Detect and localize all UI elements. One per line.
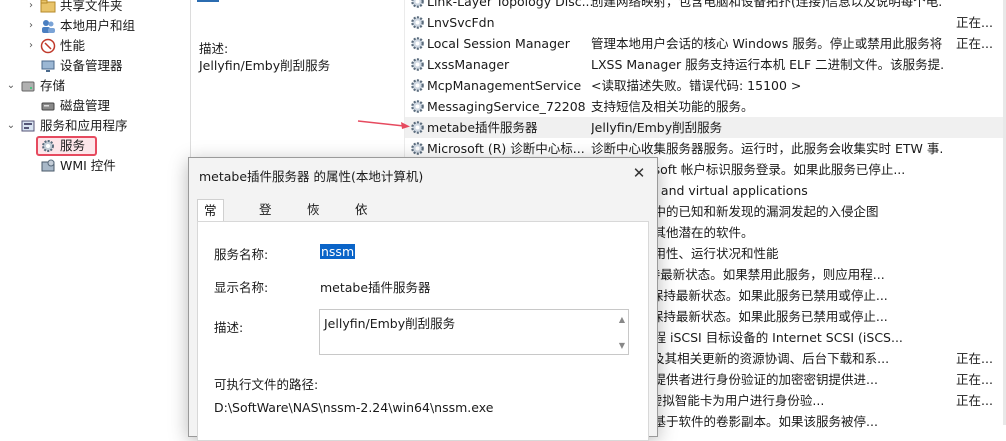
tree-item-label: 性能 xyxy=(60,38,86,53)
service-status: 正在... xyxy=(956,15,993,30)
scroll-indicator xyxy=(197,0,219,2)
service-name: McpManagementService xyxy=(427,78,582,93)
tree-item-label: 磁盘管理 xyxy=(60,98,111,113)
service-row[interactable]: LxssManager LXSS Manager 服务支持运行本机 ELF 二进制… xyxy=(405,54,1006,75)
service-gear-icon xyxy=(411,0,424,8)
tree-item-disk-management[interactable]: 磁盘管理 xyxy=(24,96,110,116)
description-field[interactable]: Jellyfin/Emby削刮服务 ▲ ▼ xyxy=(319,309,629,355)
service-description: 创建网络映射，包含电脑和设备拓扑(连接)信息以及说明每个电... xyxy=(591,0,943,9)
performance-icon xyxy=(40,38,56,54)
scroll-up-icon[interactable]: ▲ xyxy=(619,315,625,324)
tree-item-label: WMI 控件 xyxy=(60,158,116,173)
tree-item-services[interactable]: 服务 xyxy=(24,136,85,156)
display-name-value[interactable]: metabe插件服务器 xyxy=(320,277,431,296)
service-status: 正在... xyxy=(956,372,993,387)
device-manager-icon xyxy=(40,58,56,74)
chevron-right-icon[interactable]: › xyxy=(24,16,38,36)
service-name: metabe插件服务器 xyxy=(427,120,538,135)
tab-logon[interactable]: 登录 xyxy=(253,199,278,239)
service-description: 诊断中心收集服务器服务。运行时，此服务会收集实时 ETW 事... xyxy=(591,141,943,156)
executable-path-value[interactable]: D:\SoftWare\NAS\nssm-2.24\win64\nssm.exe xyxy=(214,400,493,415)
tree-item-device-manager[interactable]: 设备管理器 xyxy=(24,56,123,76)
service-row[interactable]: LnvSvcFdn 正在... xyxy=(405,12,1006,33)
description-field-text: Jellyfin/Emby削刮服务 xyxy=(324,316,456,331)
storage-icon xyxy=(20,78,36,94)
tree-item-performance[interactable]: › 性能 xyxy=(24,36,85,56)
tab-dependencies[interactable]: 依存关系 xyxy=(349,199,374,283)
tree-item-label: 服务和应用程序 xyxy=(40,118,128,133)
service-description: Jellyfin/Emby削刮服务 xyxy=(591,120,723,135)
disk-icon xyxy=(40,98,56,114)
close-icon[interactable]: ✕ xyxy=(625,160,653,186)
service-row[interactable]: metabe插件服务器 Jellyfin/Emby削刮服务 xyxy=(405,117,1006,138)
scroll-down-icon[interactable]: ▼ xyxy=(619,341,625,350)
tab-general[interactable]: 常规 xyxy=(197,199,224,240)
service-name: LnvSvcFdn xyxy=(427,15,495,30)
tree-item-label: 本地用户和组 xyxy=(60,18,136,33)
description-field-label: 描述: xyxy=(214,320,244,335)
service-row[interactable]: MessagingService_72208 支持短信及相关功能的服务。 xyxy=(405,96,1006,117)
services-gear-icon xyxy=(40,138,56,154)
display-name-label: 显示名称: xyxy=(214,280,269,295)
tree-item-local-users[interactable]: › 本地用户和组 xyxy=(24,16,135,36)
shared-folder-icon xyxy=(40,0,56,14)
service-name: LxssManager xyxy=(427,57,510,72)
service-status: 正在... xyxy=(956,351,993,366)
service-description: <读取描述失败。错误代码: 15100 > xyxy=(591,78,802,93)
service-name-value[interactable]: nssm xyxy=(320,244,356,259)
general-tab-panel: 服务名称: nssm 显示名称: metabe插件服务器 描述: Jellyfi… xyxy=(197,221,649,441)
tree-item-label: 共享文件夹 xyxy=(60,0,123,13)
executable-path-label: 可执行文件的路径: xyxy=(214,377,319,392)
service-properties-dialog: metabe插件服务器 的属性(本地计算机) ✕ 常规 登录 恢复 依存关系 服… xyxy=(188,157,658,441)
description-text: Jellyfin/Emby削刮服务 xyxy=(199,58,331,73)
service-name: Local Session Manager xyxy=(427,36,570,51)
dialog-title: metabe插件服务器 的属性(本地计算机) xyxy=(199,169,424,184)
service-name: MessagingService_72208 xyxy=(427,99,586,114)
chevron-down-icon[interactable]: ⌄ xyxy=(4,116,18,136)
tree-item-wmi[interactable]: WMI 控件 xyxy=(24,156,116,176)
chevron-right-icon[interactable]: › xyxy=(24,36,38,56)
services-apps-icon xyxy=(20,118,36,134)
service-description: 管理本地用户会话的核心 Windows 服务。停止或禁用此服务将... xyxy=(591,36,943,51)
tree-item-shared-folders[interactable]: › 共享文件夹 xyxy=(24,0,123,16)
service-row[interactable]: Microsoft (R) 诊断中心标... 诊断中心收集服务器服务。运行时，此服… xyxy=(405,138,1006,159)
service-name: Microsoft (R) 诊断中心标... xyxy=(427,141,585,156)
users-icon xyxy=(40,18,56,34)
service-status: 正在... xyxy=(956,393,993,408)
service-name: Link-Layer Topology Disc... xyxy=(427,0,594,9)
tree-item-label: 服务 xyxy=(60,138,86,153)
annotation-arrow xyxy=(357,120,410,129)
service-gear-icon xyxy=(411,37,424,50)
console-tree: › 共享文件夹 › 本地用户和组 › 性能 设备管理器 ⌄ 存储 磁盘管理 ⌄ … xyxy=(0,0,190,425)
tree-item-services-apps[interactable]: ⌄ 服务和应用程序 xyxy=(4,116,128,136)
service-status: 正在... xyxy=(956,36,993,51)
service-gear-icon xyxy=(411,100,424,113)
chevron-right-icon[interactable]: › xyxy=(24,0,38,16)
service-gear-icon xyxy=(411,79,424,92)
service-row[interactable]: Link-Layer Topology Disc... 创建网络映射，包含电脑和设… xyxy=(405,0,1006,12)
service-row[interactable]: Local Session Manager 管理本地用户会话的核心 Windows… xyxy=(405,33,1006,54)
tree-item-storage[interactable]: ⌄ 存储 xyxy=(4,76,65,96)
tree-item-label: 设备管理器 xyxy=(60,58,123,73)
tree-item-label: 存储 xyxy=(40,78,66,93)
service-name-label: 服务名称: xyxy=(214,247,269,262)
service-description: 支持短信及相关功能的服务。 xyxy=(591,99,754,114)
tab-recovery[interactable]: 恢复 xyxy=(301,199,326,239)
service-gear-icon xyxy=(411,16,424,29)
service-gear-icon xyxy=(411,58,424,71)
service-gear-icon xyxy=(411,142,424,155)
service-row[interactable]: McpManagementService <读取描述失败。错误代码: 15100 … xyxy=(405,75,1006,96)
chevron-down-icon[interactable]: ⌄ xyxy=(4,76,18,96)
wmi-icon xyxy=(40,158,56,174)
service-description: LXSS Manager 服务支持运行本机 ELF 二进制文件。该服务提... xyxy=(591,57,943,72)
